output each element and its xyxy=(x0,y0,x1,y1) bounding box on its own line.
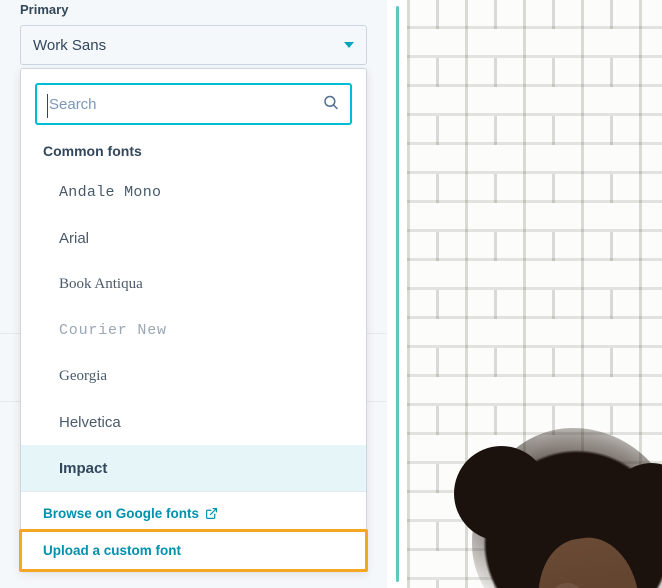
text-cursor xyxy=(47,94,48,118)
font-option-georgia[interactable]: Georgia xyxy=(21,353,366,399)
resizer-handle xyxy=(396,6,399,582)
search-icon xyxy=(322,94,340,115)
primary-font-select[interactable]: Work Sans xyxy=(20,25,367,65)
upload-custom-font-link[interactable]: Upload a custom font xyxy=(21,531,366,570)
search-input[interactable] xyxy=(47,95,310,114)
font-section-header: Common fonts xyxy=(21,137,366,169)
font-option-label: Arial xyxy=(59,230,89,247)
font-option-label: Courier New xyxy=(59,322,167,339)
chevron-down-icon xyxy=(344,42,354,48)
upload-custom-font-label: Upload a custom font xyxy=(43,543,181,558)
font-option-label: Georgia xyxy=(59,368,107,385)
font-dropdown: Common fonts Andale Mono Arial Book Anti… xyxy=(20,68,367,571)
browse-google-fonts-link[interactable]: Browse on Google fonts xyxy=(21,492,366,531)
preview-pane xyxy=(407,0,662,588)
browse-google-fonts-label: Browse on Google fonts xyxy=(43,506,199,521)
font-list: Andale Mono Arial Book Antiqua Courier N… xyxy=(21,169,366,491)
font-option-helvetica[interactable]: Helvetica xyxy=(21,399,366,445)
search-field[interactable] xyxy=(35,83,352,125)
dropdown-footer: Browse on Google fonts Upload a custom f… xyxy=(21,491,366,570)
font-option-andale-mono[interactable]: Andale Mono xyxy=(21,169,366,215)
panel-resizer[interactable] xyxy=(387,0,407,588)
primary-font-label: Primary xyxy=(20,0,367,17)
search-container xyxy=(21,69,366,137)
external-link-icon xyxy=(205,507,218,520)
app-root: Primary Work Sans Common xyxy=(0,0,662,588)
font-option-impact[interactable]: Impact xyxy=(21,445,366,491)
font-option-book-antiqua[interactable]: Book Antiqua xyxy=(21,261,366,307)
font-option-label: Book Antiqua xyxy=(59,276,143,293)
font-option-label: Impact xyxy=(59,460,107,477)
font-option-label: Helvetica xyxy=(59,414,121,431)
primary-font-value: Work Sans xyxy=(33,37,106,54)
font-option-label: Andale Mono xyxy=(59,184,161,201)
preview-background xyxy=(407,0,662,588)
font-option-arial[interactable]: Arial xyxy=(21,215,366,261)
left-panel: Primary Work Sans Common xyxy=(0,0,387,588)
font-option-courier-new[interactable]: Courier New xyxy=(21,307,366,353)
